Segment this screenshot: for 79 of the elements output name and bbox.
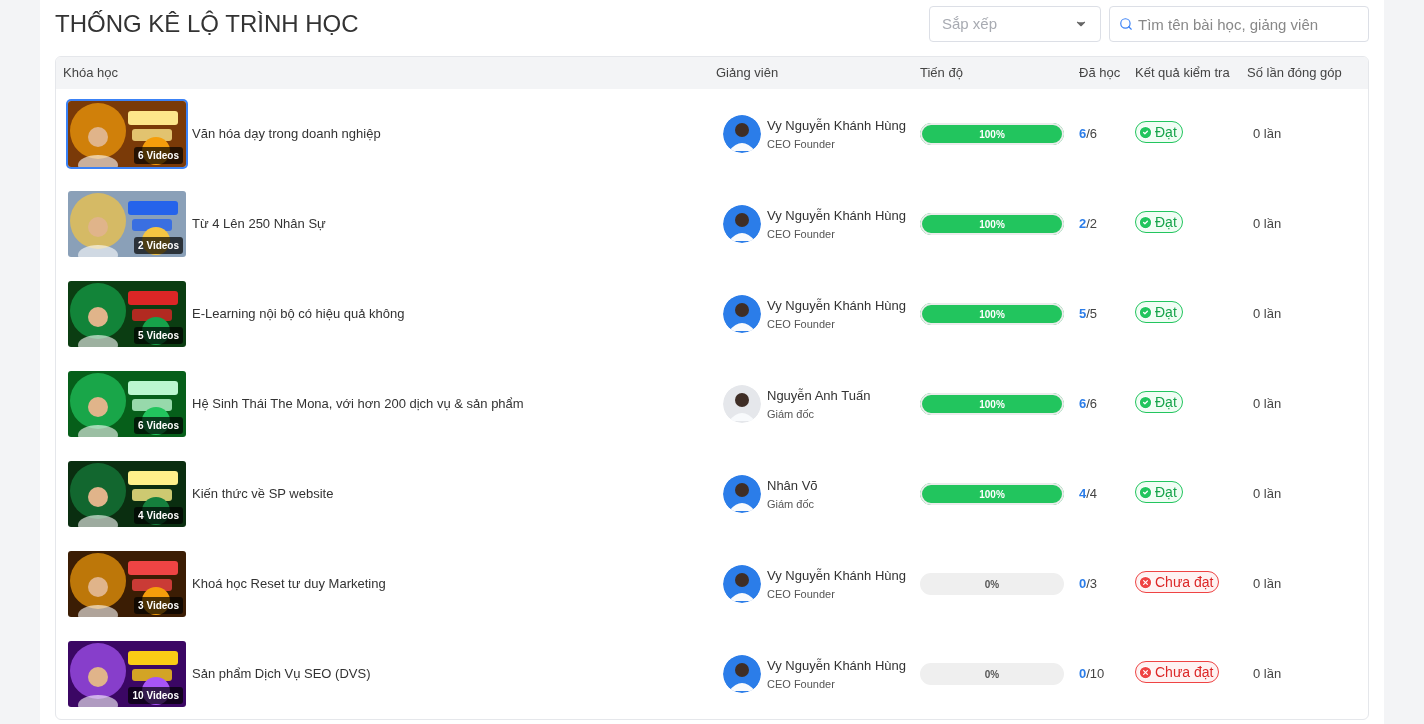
studied-count: 5/5 xyxy=(1079,306,1098,322)
lecturer-role: CEO Founder xyxy=(767,676,836,692)
progress-label: 0% xyxy=(983,667,1001,682)
check-circle-icon xyxy=(1138,214,1153,230)
course-title[interactable]: Kiến thức về SP website xyxy=(192,484,334,504)
check-circle-icon xyxy=(1138,394,1153,410)
video-count: 5 Videos xyxy=(134,327,183,344)
lecturer-name: Nhân Võ xyxy=(767,477,818,495)
contribution-count: 0 lần xyxy=(1253,666,1282,682)
progress-label: 100% xyxy=(978,487,1006,502)
check-circle-icon xyxy=(1138,124,1153,140)
passed-badge: Đạt xyxy=(1135,301,1183,324)
column-header: Tiến độ xyxy=(920,65,963,81)
check-circle-icon xyxy=(1138,484,1153,500)
x-circle-icon xyxy=(1138,574,1153,590)
passed-badge: Đạt xyxy=(1135,391,1183,414)
avatar xyxy=(723,205,761,243)
avatar xyxy=(723,475,761,513)
lecturer-name: Vy Nguyễn Khánh Hùng xyxy=(767,567,906,585)
contribution-count: 0 lần xyxy=(1253,576,1282,592)
video-count: 4 Videos xyxy=(134,507,183,524)
course-title[interactable]: Khoá học Reset tư duy Marketing xyxy=(192,574,386,594)
course-title[interactable]: Từ 4 Lên 250 Nhân Sự xyxy=(192,214,326,234)
lecturer-name: Vy Nguyễn Khánh Hùng xyxy=(767,297,906,315)
lecturer-role: Giám đốc xyxy=(767,496,816,512)
avatar xyxy=(723,385,761,423)
lecturer-role: Giám đốc xyxy=(767,406,816,422)
progress-label: 0% xyxy=(983,577,1001,592)
column-header: Giảng viên xyxy=(716,65,779,81)
lecturer-name: Vy Nguyễn Khánh Hùng xyxy=(767,207,906,225)
x-circle-icon xyxy=(1138,664,1153,680)
progress-label: 100% xyxy=(978,307,1006,322)
studied-count: 6/6 xyxy=(1079,396,1098,412)
lecturer-name: Nguyễn Anh Tuấn xyxy=(767,387,871,405)
course-title[interactable]: E-Learning nội bộ có hiệu quả không xyxy=(192,304,405,324)
failed-badge: Chưa đạt xyxy=(1135,571,1220,594)
lecturer-role: CEO Founder xyxy=(767,226,836,242)
course-title[interactable]: Hệ Sinh Thái The Mona, với hơn 200 dịch vụ & sản phẩm xyxy=(192,394,524,414)
video-count: 10 Videos xyxy=(128,687,183,704)
passed-badge: Đạt xyxy=(1135,121,1183,144)
avatar xyxy=(723,565,761,603)
video-count: 3 Videos xyxy=(134,597,183,614)
avatar xyxy=(723,295,761,333)
course-title[interactable]: Sản phẩm Dịch Vụ SEO (DVS) xyxy=(192,664,371,684)
lecturer-name: Vy Nguyễn Khánh Hùng xyxy=(767,657,906,675)
page-title: THỐNG KÊ LỘ TRÌNH HỌC xyxy=(55,9,360,39)
lecturer-role: CEO Founder xyxy=(767,586,836,602)
contribution-count: 0 lần xyxy=(1253,486,1282,502)
passed-badge: Đạt xyxy=(1135,481,1183,504)
lecturer-role: CEO Founder xyxy=(767,136,836,152)
check-circle-icon xyxy=(1138,304,1153,320)
passed-badge: Đạt xyxy=(1135,211,1183,234)
lecturer-name: Vy Nguyễn Khánh Hùng xyxy=(767,117,906,135)
contribution-count: 0 lần xyxy=(1253,396,1282,412)
video-count: 6 Videos xyxy=(134,417,183,434)
failed-badge: Chưa đạt xyxy=(1135,661,1220,684)
lecturer-role: CEO Founder xyxy=(767,316,836,332)
video-count: 2 Videos xyxy=(134,237,183,254)
column-header: Kết quả kiểm tra xyxy=(1135,65,1230,81)
column-header: Khóa học xyxy=(63,65,118,81)
progress-label: 100% xyxy=(978,397,1006,412)
column-header: Số lần đóng góp xyxy=(1247,65,1342,81)
search-icon xyxy=(1119,17,1133,31)
search-field[interactable]: Tìm tên bài học, giảng viên xyxy=(1109,6,1369,42)
course-title[interactable]: Văn hóa dạy trong doanh nghiệp xyxy=(192,124,381,144)
studied-count: 2/2 xyxy=(1079,216,1098,232)
studied-count: 0/10 xyxy=(1079,666,1105,682)
studied-count: 0/3 xyxy=(1079,576,1098,592)
contribution-count: 0 lần xyxy=(1253,126,1282,142)
contribution-count: 0 lần xyxy=(1253,216,1282,232)
progress-label: 100% xyxy=(978,217,1006,232)
video-count: 6 Videos xyxy=(134,147,183,164)
progress-label: 100% xyxy=(978,127,1006,142)
avatar xyxy=(723,655,761,693)
column-header: Đã học xyxy=(1079,65,1121,81)
avatar xyxy=(723,115,761,153)
studied-count: 6/6 xyxy=(1079,126,1098,142)
contribution-count: 0 lần xyxy=(1253,306,1282,322)
studied-count: 4/4 xyxy=(1079,486,1098,502)
